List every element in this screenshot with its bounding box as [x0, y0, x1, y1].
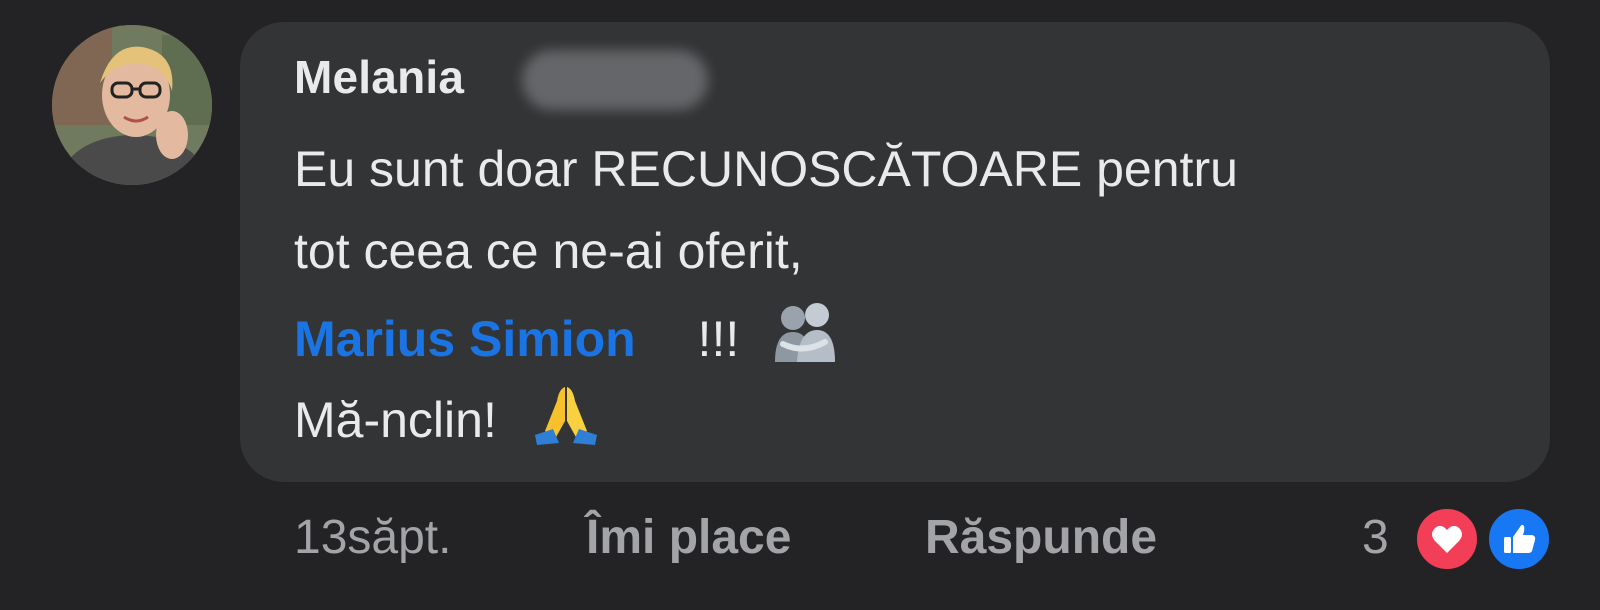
redacted-surname [522, 50, 708, 110]
mention-link[interactable]: Marius Simion [294, 311, 636, 367]
comment-text-line: Marius Simion !!! [294, 302, 839, 378]
comment-text-line: tot ceea ce ne-ai oferit, [294, 223, 803, 279]
closing-text: Mă-nclin! [294, 392, 497, 448]
people-hugging-icon [769, 302, 839, 378]
avatar-photo [52, 25, 212, 185]
comment-author[interactable]: Melania [294, 50, 464, 104]
folded-hands-icon [531, 383, 601, 459]
exclamation-text: !!! [697, 311, 740, 367]
like-button[interactable]: Îmi place [586, 510, 791, 565]
reply-button[interactable]: Răspunde [925, 510, 1157, 565]
reaction-count[interactable]: 3 [1362, 510, 1389, 565]
comment-timestamp[interactable]: 13săpt. [294, 510, 451, 565]
thumbs-up-reaction-icon[interactable] [1486, 506, 1552, 572]
comment: Melania Eu sunt doar RECUNOSCĂTOARE pent… [0, 0, 1600, 610]
user-avatar[interactable] [52, 25, 212, 185]
heart-reaction-icon[interactable] [1414, 506, 1480, 572]
comment-text-line: Mă-nclin! [294, 383, 601, 459]
comment-text-line: Eu sunt doar RECUNOSCĂTOARE pentru [294, 141, 1238, 197]
